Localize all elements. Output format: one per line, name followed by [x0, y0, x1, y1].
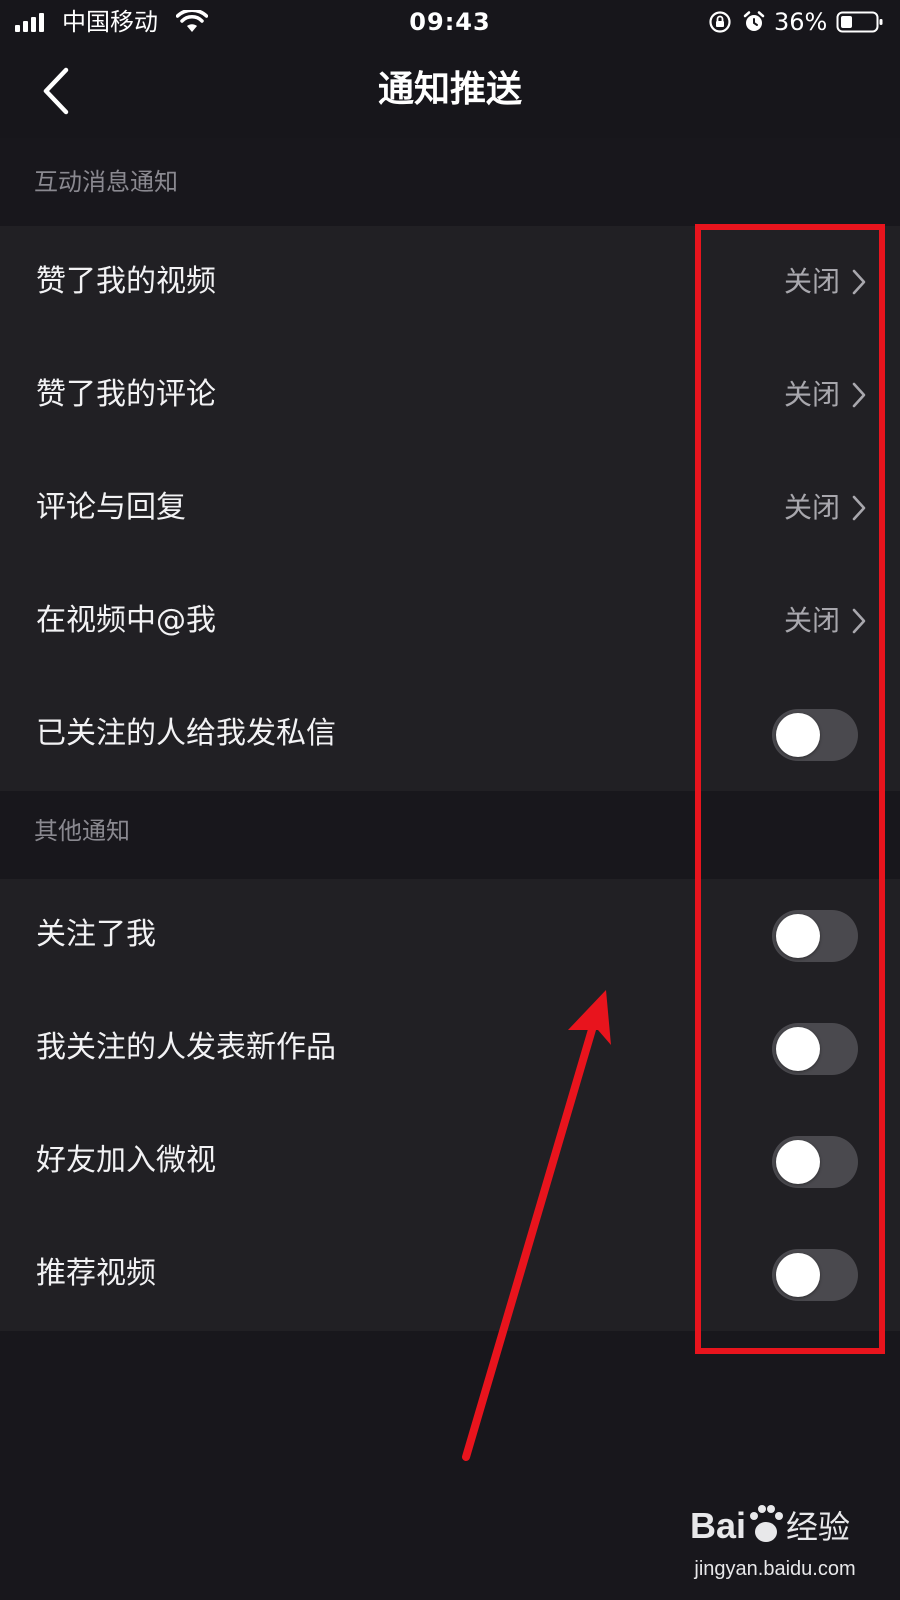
setting-status: 关闭	[783, 491, 840, 524]
toggle-knob	[776, 1027, 820, 1071]
followed-me-toggle[interactable]	[772, 910, 858, 962]
toggle-knob	[776, 1253, 820, 1297]
page-title: 通知推送	[377, 69, 522, 110]
setting-label: 赞了我的视频	[36, 264, 216, 299]
baidu-logo-icon: Bai 经验	[690, 1505, 850, 1546]
private-message-toggle[interactable]	[772, 709, 858, 761]
setting-label: 评论与回复	[36, 490, 186, 525]
setting-label: 赞了我的评论	[36, 377, 216, 412]
setting-row-new-works: 我关注的人发表新作品	[0, 992, 900, 1105]
friend-joined-toggle[interactable]	[772, 1136, 858, 1188]
setting-status: 关闭	[783, 604, 840, 637]
setting-status: 关闭	[783, 265, 840, 298]
baidu-jingyan-watermark: Bai 经验 jingyan.baidu.com	[690, 1500, 890, 1590]
setting-label: 我关注的人发表新作品	[36, 1030, 336, 1065]
watermark-logo-right: 经验	[786, 1508, 850, 1546]
setting-label: 关注了我	[36, 917, 156, 952]
battery-percent: 36%	[774, 8, 828, 36]
status-bar: 中国移动 09:43 36%	[0, 0, 900, 44]
battery-icon	[836, 11, 883, 33]
setting-row-liked-video[interactable]: 赞了我的视频 关闭	[0, 226, 900, 339]
section-header-other: 其他通知	[0, 791, 900, 879]
new-works-toggle[interactable]	[772, 1023, 858, 1075]
watermark-url: jingyan.baidu.com	[694, 1558, 856, 1580]
setting-label: 已关注的人给我发私信	[36, 716, 336, 751]
setting-row-mentioned-in-video[interactable]: 在视频中@我 关闭	[0, 565, 900, 678]
chevron-right-icon	[852, 382, 866, 408]
chevron-right-icon	[852, 608, 866, 634]
chevron-right-icon	[852, 495, 866, 521]
setting-label: 在视频中@我	[36, 603, 216, 638]
setting-status: 关闭	[783, 378, 840, 411]
recommended-videos-toggle[interactable]	[772, 1249, 858, 1301]
toggle-knob	[776, 914, 820, 958]
setting-row-liked-comment[interactable]: 赞了我的评论 关闭	[0, 339, 900, 452]
setting-row-followed-me: 关注了我	[0, 879, 900, 992]
section-header-interaction: 互动消息通知	[0, 138, 900, 226]
interaction-settings-group: 赞了我的视频 关闭 赞了我的评论 关闭 评论与回复 关闭 在视频中@我 关闭 已…	[0, 226, 900, 791]
setting-row-friend-joined: 好友加入微视	[0, 1105, 900, 1218]
watermark-logo-left: Bai	[690, 1505, 746, 1546]
section-title: 互动消息通知	[34, 168, 178, 196]
section-title: 其他通知	[34, 817, 130, 845]
setting-row-comments-replies[interactable]: 评论与回复 关闭	[0, 452, 900, 565]
setting-row-recommended-videos: 推荐视频	[0, 1218, 900, 1331]
setting-label: 好友加入微视	[36, 1143, 216, 1178]
other-settings-group: 关注了我 我关注的人发表新作品 好友加入微视 推荐视频	[0, 879, 900, 1331]
chevron-right-icon	[852, 269, 866, 295]
rotation-lock-icon	[709, 11, 731, 33]
setting-label: 推荐视频	[36, 1256, 156, 1291]
toggle-knob	[776, 1140, 820, 1184]
toggle-knob	[776, 713, 820, 757]
setting-row-followed-private-message: 已关注的人给我发私信	[0, 678, 900, 791]
nav-bar: 通知推送	[0, 44, 900, 138]
alarm-icon	[743, 11, 765, 31]
